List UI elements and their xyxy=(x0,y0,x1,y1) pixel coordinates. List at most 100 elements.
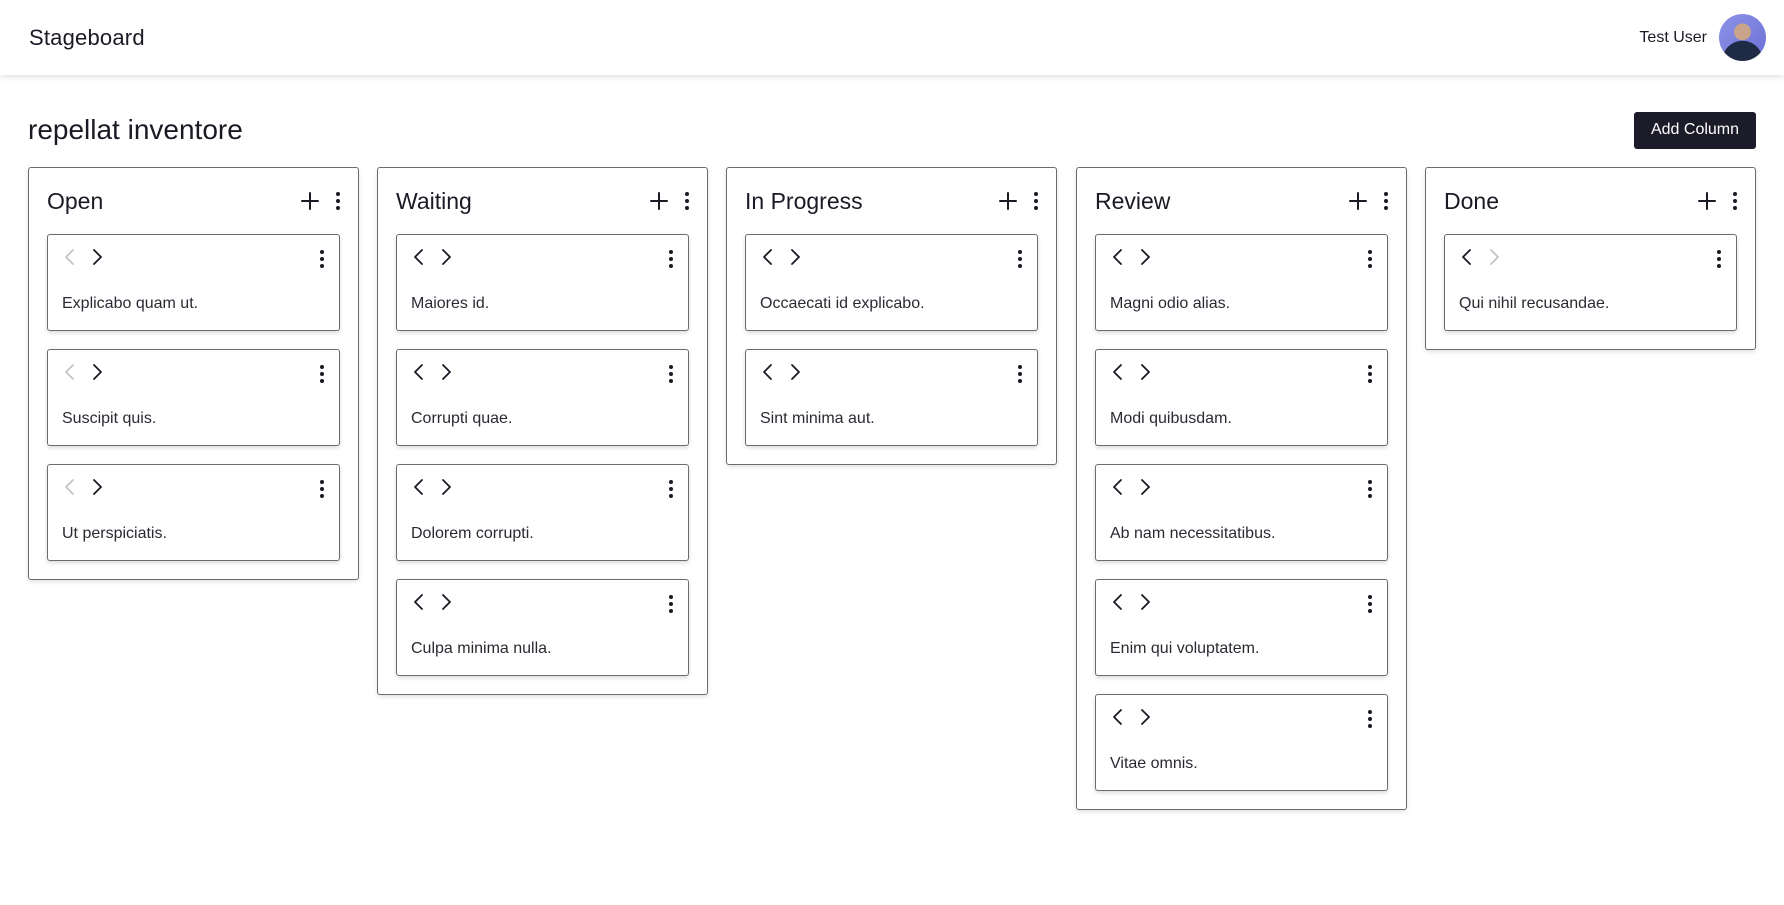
chevron-right-icon xyxy=(1487,247,1502,267)
chevron-left-icon[interactable] xyxy=(411,362,426,382)
card[interactable]: Culpa minima nulla. xyxy=(396,579,689,676)
card-list: Magni odio alias. Modi quibusdam. Ab nam n… xyxy=(1077,234,1406,809)
chevron-left-icon[interactable] xyxy=(411,592,426,612)
card[interactable]: Modi quibusdam. xyxy=(1095,349,1388,446)
card-text: Magni odio alias. xyxy=(1110,295,1231,312)
card[interactable]: Qui nihil recusandae. xyxy=(1444,234,1737,331)
chevron-left-icon[interactable] xyxy=(1110,707,1125,727)
kebab-menu-icon[interactable] xyxy=(335,191,341,211)
column-header: Waiting xyxy=(378,168,707,234)
kebab-menu-icon[interactable] xyxy=(1367,249,1373,269)
column-title: In Progress xyxy=(745,187,863,214)
kebab-menu-icon[interactable] xyxy=(668,249,674,269)
chevron-right-icon[interactable] xyxy=(439,477,454,497)
card[interactable]: Vitae omnis. xyxy=(1095,694,1388,791)
kebab-menu-icon[interactable] xyxy=(1367,594,1373,614)
kebab-menu-icon[interactable] xyxy=(1017,364,1023,384)
card[interactable]: Dolorem corrupti. xyxy=(396,464,689,561)
card-nav xyxy=(411,592,454,612)
chevron-left-icon[interactable] xyxy=(760,247,775,267)
chevron-left-icon[interactable] xyxy=(1459,247,1474,267)
card[interactable]: Suscipit quis. xyxy=(47,349,340,446)
column-done: Done Qui nihil recusandae. xyxy=(1425,167,1756,350)
plus-icon[interactable] xyxy=(1347,190,1369,212)
kebab-menu-icon[interactable] xyxy=(1732,191,1738,211)
chevron-left-icon[interactable] xyxy=(1110,247,1125,267)
card-nav xyxy=(411,247,454,267)
user-menu[interactable]: Test User xyxy=(1639,14,1766,61)
kebab-menu-icon[interactable] xyxy=(1367,364,1373,384)
card[interactable]: Maiores id. xyxy=(396,234,689,331)
chevron-left-icon[interactable] xyxy=(1110,477,1125,497)
chevron-right-icon[interactable] xyxy=(788,247,803,267)
chevron-left-icon[interactable] xyxy=(411,477,426,497)
kebab-menu-icon[interactable] xyxy=(1383,191,1389,211)
card-nav xyxy=(1110,247,1153,267)
card[interactable]: Ab nam necessitatibus. xyxy=(1095,464,1388,561)
kebab-menu-icon[interactable] xyxy=(319,479,325,499)
kebab-menu-icon[interactable] xyxy=(668,364,674,384)
card[interactable]: Occaecati id explicabo. xyxy=(745,234,1038,331)
chevron-right-icon[interactable] xyxy=(1138,247,1153,267)
chevron-right-icon[interactable] xyxy=(439,247,454,267)
column-open: Open Explicabo quam ut. Suscipit quis. Ut p… xyxy=(28,167,359,580)
column-actions xyxy=(997,190,1039,212)
card-nav xyxy=(62,477,105,497)
chevron-right-icon[interactable] xyxy=(439,362,454,382)
chevron-right-icon[interactable] xyxy=(439,592,454,612)
column-waiting: Waiting Maiores id. Corrupti quae. Dolorem … xyxy=(377,167,708,695)
plus-icon[interactable] xyxy=(648,190,670,212)
plus-icon[interactable] xyxy=(1696,190,1718,212)
avatar[interactable] xyxy=(1719,14,1766,61)
chevron-left-icon[interactable] xyxy=(1110,362,1125,382)
kebab-menu-icon[interactable] xyxy=(1033,191,1039,211)
card-text: Qui nihil recusandae. xyxy=(1459,295,1610,312)
kebab-menu-icon[interactable] xyxy=(1367,479,1373,499)
kebab-menu-icon[interactable] xyxy=(319,249,325,269)
card-nav xyxy=(411,362,454,382)
card-nav xyxy=(1110,707,1153,727)
column-in-progress: In Progress Occaecati id explicabo. Sint m… xyxy=(726,167,1057,465)
chevron-right-icon[interactable] xyxy=(1138,592,1153,612)
card[interactable]: Sint minima aut. xyxy=(745,349,1038,446)
kebab-menu-icon[interactable] xyxy=(1367,709,1373,729)
card[interactable]: Ut perspiciatis. xyxy=(47,464,340,561)
card[interactable]: Magni odio alias. xyxy=(1095,234,1388,331)
kebab-menu-icon[interactable] xyxy=(684,191,690,211)
card-text: Suscipit quis. xyxy=(62,410,157,427)
kebab-menu-icon[interactable] xyxy=(1017,249,1023,269)
plus-icon[interactable] xyxy=(997,190,1019,212)
chevron-left-icon[interactable] xyxy=(760,362,775,382)
card[interactable]: Enim qui voluptatem. xyxy=(1095,579,1388,676)
chevron-right-icon[interactable] xyxy=(1138,362,1153,382)
chevron-right-icon[interactable] xyxy=(1138,707,1153,727)
card[interactable]: Corrupti quae. xyxy=(396,349,689,446)
card-text: Dolorem corrupti. xyxy=(411,525,534,542)
card-text: Corrupti quae. xyxy=(411,410,513,427)
card-text: Ab nam necessitatibus. xyxy=(1110,525,1276,542)
plus-icon[interactable] xyxy=(299,190,321,212)
user-name: Test User xyxy=(1639,28,1707,46)
chevron-right-icon[interactable] xyxy=(90,247,105,267)
add-column-button[interactable]: Add Column xyxy=(1634,111,1756,149)
column-actions xyxy=(1696,190,1738,212)
app-title: Stageboard xyxy=(29,24,145,50)
chevron-left-icon[interactable] xyxy=(411,247,426,267)
chevron-right-icon[interactable] xyxy=(90,477,105,497)
kebab-menu-icon[interactable] xyxy=(668,479,674,499)
chevron-left-icon[interactable] xyxy=(1110,592,1125,612)
kebab-menu-icon[interactable] xyxy=(319,364,325,384)
column-review: Review Magni odio alias. Modi quibusdam. Ab… xyxy=(1076,167,1407,810)
card[interactable]: Explicabo quam ut. xyxy=(47,234,340,331)
chevron-right-icon[interactable] xyxy=(1138,477,1153,497)
chevron-right-icon[interactable] xyxy=(90,362,105,382)
chevron-left-icon xyxy=(62,477,77,497)
top-bar: Stageboard Test User xyxy=(0,0,1784,75)
chevron-right-icon[interactable] xyxy=(788,362,803,382)
kebab-menu-icon[interactable] xyxy=(668,594,674,614)
column-header: Open xyxy=(29,168,358,234)
card-nav xyxy=(1110,477,1153,497)
kebab-menu-icon[interactable] xyxy=(1716,249,1722,269)
column-actions xyxy=(1347,190,1389,212)
card-nav xyxy=(760,247,803,267)
